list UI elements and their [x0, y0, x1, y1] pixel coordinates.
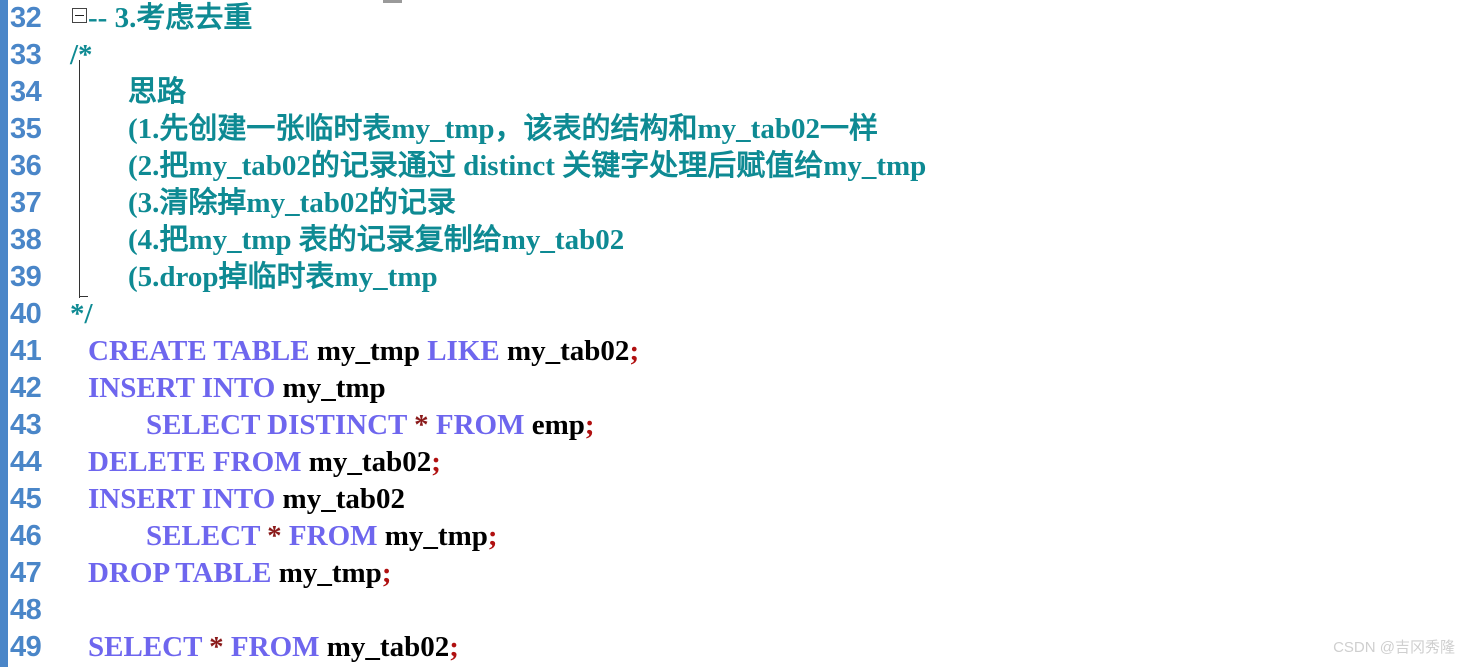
code-token-cmt: (3.清除掉my_tab02的记录 — [70, 187, 456, 219]
code-token-star: * — [414, 409, 429, 441]
code-line-content[interactable]: CREATE TABLE my_tmp LIKE my_tab02; — [88, 333, 639, 370]
code-token-kw: FROM — [281, 520, 385, 552]
code-token-id: my_tab02 — [308, 446, 432, 478]
code-token-punc: ; — [449, 631, 459, 663]
code-line-content[interactable]: (4.把my_tmp 表的记录复制给my_tab02 — [70, 222, 624, 259]
code-token-id: my_tab02 — [326, 631, 450, 663]
code-token-punc: ; — [431, 446, 441, 478]
code-line[interactable]: 41 CREATE TABLE my_tmp LIKE my_tab02; — [0, 333, 1463, 370]
line-number: 48 — [10, 594, 42, 626]
code-token-cmt: (4.把my_tmp 表的记录复制给my_tab02 — [70, 224, 625, 256]
code-token-id: my_tmp — [278, 557, 382, 589]
csdn-watermark: CSDN @吉冈秀隆 — [1333, 639, 1455, 656]
code-line-content[interactable]: 思路 — [70, 74, 186, 111]
code-line-content[interactable]: SELECT * FROM my_tab02; — [88, 629, 459, 666]
code-line-content[interactable]: INSERT INTO my_tmp — [88, 370, 386, 407]
code-token-cmt: 思路 — [70, 76, 187, 108]
code-token-punc: ; — [584, 409, 595, 441]
code-token-kw: INSERT INTO — [88, 372, 283, 404]
code-line[interactable]: 34 思路 — [0, 74, 1463, 111]
code-line[interactable]: 38 (4.把my_tmp 表的记录复制给my_tab02 — [0, 222, 1463, 259]
code-line-content[interactable]: DROP TABLE my_tmp; — [88, 555, 391, 592]
code-token-kw: FROM — [223, 631, 327, 663]
code-line[interactable]: 35 (1.先创建一张临时表my_tmp，该表的结构和my_tab02一样 — [0, 111, 1463, 148]
code-line-content[interactable]: */ — [70, 296, 93, 333]
code-token-cmt: /* — [70, 39, 93, 71]
code-line[interactable]: 48 — [0, 592, 1463, 629]
code-token-punc: ; — [629, 335, 640, 367]
line-number: 34 — [10, 76, 42, 108]
code-fold-region-end-bracket — [79, 296, 88, 297]
code-line-content[interactable]: INSERT INTO my_tab02 — [88, 481, 405, 518]
code-token-kw: INSERT INTO — [88, 483, 283, 515]
code-line[interactable]: 43 SELECT DISTINCT * FROM emp; — [0, 407, 1463, 444]
line-number: 32 — [10, 2, 42, 34]
line-number: 33 — [10, 39, 42, 71]
code-line[interactable]: 40 */ — [0, 296, 1463, 333]
code-token-kw: SELECT — [88, 631, 210, 663]
code-token-star: * — [209, 631, 224, 663]
code-line[interactable]: 44 DELETE FROM my_tab02; — [0, 444, 1463, 481]
code-line-content[interactable]: (1.先创建一张临时表my_tmp，该表的结构和my_tab02一样 — [70, 111, 878, 148]
code-line-content[interactable]: SELECT DISTINCT * FROM emp; — [88, 407, 595, 444]
code-token-kw: SELECT DISTINCT — [88, 409, 415, 441]
code-token-id: emp — [531, 409, 585, 441]
code-token-cmt: -- 3.考虑去重 — [88, 2, 253, 34]
line-number: 41 — [10, 335, 42, 367]
code-token-kw: SELECT — [88, 520, 268, 552]
code-token-cmt: (1.先创建一张临时表my_tmp，该表的结构和my_tab02一样 — [70, 113, 878, 145]
code-token-id: my_tab02 — [506, 335, 630, 367]
code-line[interactable]: 33 /* — [0, 37, 1463, 74]
code-token-id: my_tmp — [316, 335, 428, 367]
code-line-content[interactable]: (2.把my_tab02的记录通过 distinct 关键字处理后赋值给my_t… — [70, 148, 926, 185]
line-number: 49 — [10, 631, 42, 663]
code-line-content[interactable]: -- 3.考虑去重 — [88, 0, 252, 37]
line-number: 44 — [10, 446, 42, 478]
code-token-star: * — [267, 520, 282, 552]
code-fold-collapse-icon[interactable] — [72, 8, 87, 23]
code-token-id: my_tab02 — [282, 483, 405, 515]
line-number: 43 — [10, 409, 42, 441]
code-line[interactable]: 42 INSERT INTO my_tmp — [0, 370, 1463, 407]
code-line[interactable]: 32 -- 3.考虑去重 — [0, 0, 1463, 37]
code-token-kw: CREATE TABLE — [88, 335, 317, 367]
code-line[interactable]: 37 (3.清除掉my_tab02的记录 — [0, 185, 1463, 222]
code-line-content[interactable]: SELECT * FROM my_tmp; — [88, 518, 498, 555]
line-number: 47 — [10, 557, 42, 589]
code-token-kw: DROP TABLE — [88, 557, 279, 589]
code-line[interactable]: 47 DROP TABLE my_tmp; — [0, 555, 1463, 592]
code-line[interactable]: 46 SELECT * FROM my_tmp; — [0, 518, 1463, 555]
line-number: 35 — [10, 113, 42, 145]
code-line[interactable]: 49 SELECT * FROM my_tab02; — [0, 629, 1463, 666]
code-lines-container[interactable]: 32 -- 3.考虑去重 33/* 34 思路 35 (1.先创建一张临时表my_tmp… — [0, 0, 1463, 667]
line-number: 42 — [10, 372, 42, 404]
code-token-id: my_tmp — [282, 372, 386, 404]
code-token-cmt: */ — [70, 298, 93, 330]
code-line-content[interactable]: (5.drop掉临时表my_tmp — [70, 259, 438, 296]
code-editor[interactable]: 32 -- 3.考虑去重 33/* 34 思路 35 (1.先创建一张临时表my_tmp… — [0, 0, 1463, 667]
code-line[interactable]: 45 INSERT INTO my_tab02 — [0, 481, 1463, 518]
code-token-kw: LIKE — [427, 335, 507, 367]
code-token-id: my_tmp — [384, 520, 488, 552]
code-line-content[interactable]: /* — [70, 37, 93, 74]
code-line-content[interactable]: DELETE FROM my_tab02; — [88, 444, 441, 481]
line-number: 39 — [10, 261, 42, 293]
code-token-cmt: (5.drop掉临时表my_tmp — [70, 261, 438, 293]
code-line-content[interactable]: (3.清除掉my_tab02的记录 — [70, 185, 456, 222]
code-token-punc: ; — [487, 520, 498, 552]
line-number: 40 — [10, 298, 42, 330]
line-number: 37 — [10, 187, 42, 219]
code-token-kw: DELETE FROM — [88, 446, 309, 478]
code-fold-region-line — [79, 60, 80, 298]
line-number: 38 — [10, 224, 42, 256]
code-line[interactable]: 36 (2.把my_tab02的记录通过 distinct 关键字处理后赋值给m… — [0, 148, 1463, 185]
line-number: 45 — [10, 483, 42, 515]
code-line[interactable]: 39 (5.drop掉临时表my_tmp — [0, 259, 1463, 296]
code-token-cmt: (2.把my_tab02的记录通过 distinct 关键字处理后赋值给my_t… — [70, 150, 927, 182]
line-number: 36 — [10, 150, 42, 182]
code-token-kw: FROM — [428, 409, 532, 441]
code-token-punc: ; — [381, 557, 392, 589]
line-number: 46 — [10, 520, 42, 552]
